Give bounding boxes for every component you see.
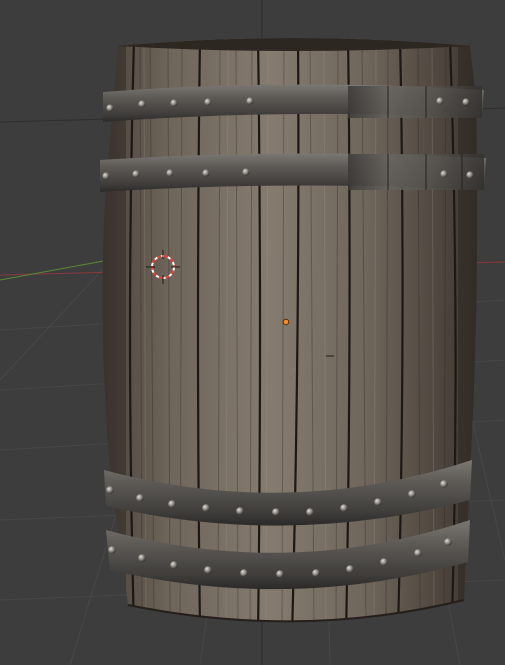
barrel-body	[102, 38, 478, 622]
3d-viewport[interactable]	[0, 0, 505, 665]
barrel-object[interactable]	[100, 30, 488, 650]
object-origin-dot[interactable]	[282, 318, 290, 326]
